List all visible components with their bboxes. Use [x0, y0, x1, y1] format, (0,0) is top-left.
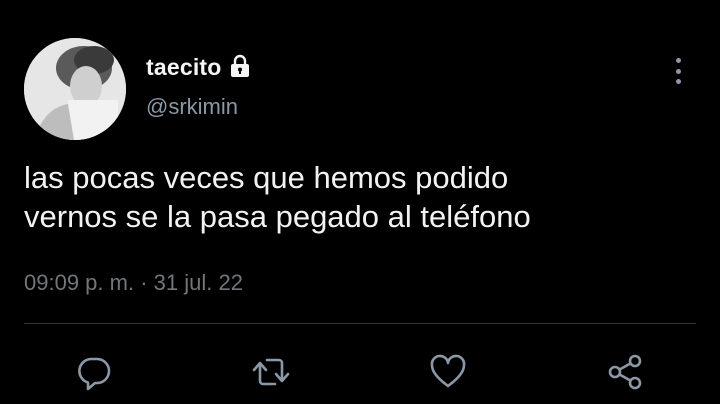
share-button[interactable]: [605, 352, 645, 392]
avatar-photo: [24, 38, 126, 140]
more-vertical-icon[interactable]: [668, 56, 688, 86]
tweet-card: taecito @srkimin las pocas veces que hem…: [0, 0, 720, 404]
user-handle[interactable]: @srkimin: [146, 94, 238, 120]
reply-button[interactable]: [74, 352, 114, 392]
like-button[interactable]: [428, 352, 468, 392]
lock-icon: [228, 54, 252, 78]
tweet-date[interactable]: 31 jul. 22: [154, 270, 243, 295]
heart-icon: [430, 354, 466, 388]
tweet-time[interactable]: 09:09 p. m.: [24, 270, 134, 295]
retweet-icon: [252, 358, 290, 386]
tweet-text-line: las pocas veces que hemos podido: [24, 160, 509, 195]
divider: [24, 323, 696, 324]
tweet-meta: 09:09 p. m. · 31 jul. 22: [24, 270, 243, 296]
display-name-row: taecito: [146, 52, 252, 82]
reply-icon: [78, 357, 111, 391]
more-dot: [675, 79, 681, 84]
more-dot: [675, 58, 681, 63]
avatar[interactable]: [24, 38, 126, 140]
tweet-text: las pocas veces que hemos podido vernos …: [24, 158, 684, 236]
retweet-button[interactable]: [251, 352, 291, 392]
display-name[interactable]: taecito: [146, 54, 222, 81]
meta-separator: ·: [140, 270, 148, 295]
more-dot: [675, 68, 681, 74]
share-icon: [608, 354, 642, 390]
tweet-text-line: vernos se la pasa pegado al teléfono: [24, 199, 531, 234]
